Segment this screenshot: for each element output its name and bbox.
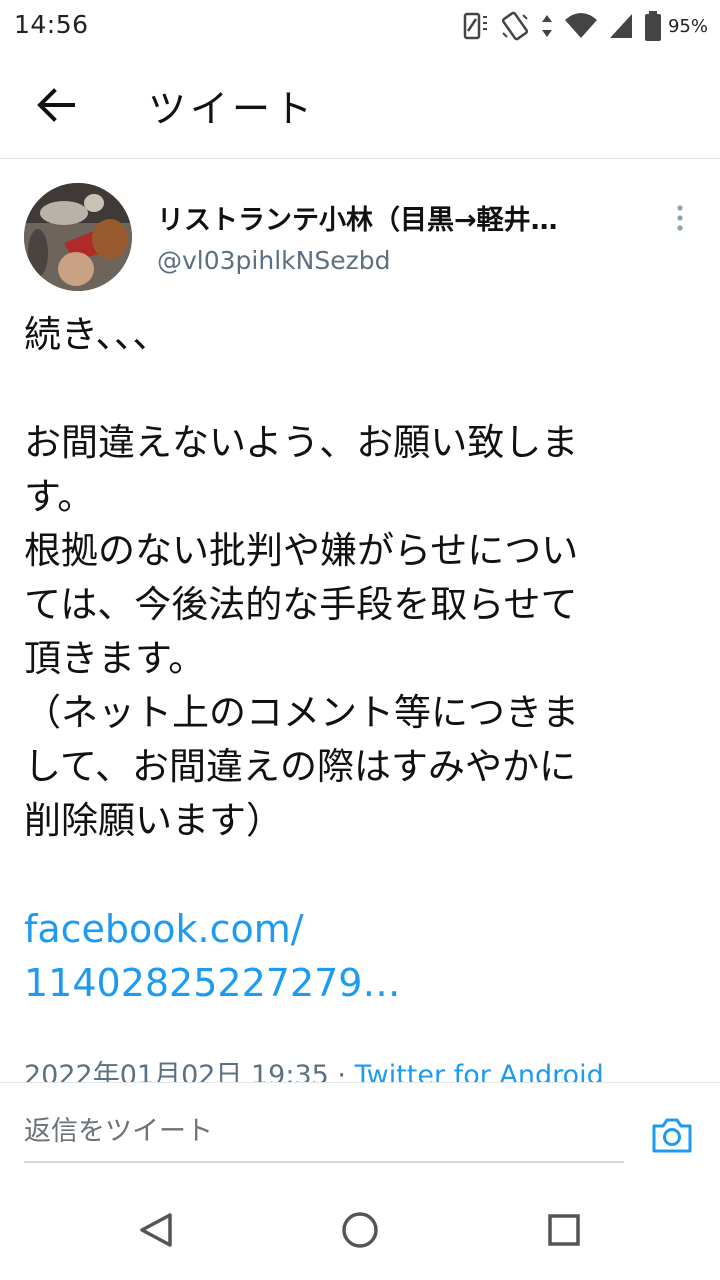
recents-square-icon	[548, 1214, 580, 1246]
back-triangle-icon	[140, 1213, 172, 1247]
data-arrows-icon	[541, 15, 552, 37]
reply-bar	[0, 1082, 720, 1175]
arrow-left-icon	[37, 88, 75, 122]
tweet-line: す。	[24, 475, 95, 518]
tweet-line: 頂きます。	[24, 637, 206, 680]
avatar-image	[24, 183, 132, 291]
app-bar: ツイート	[0, 52, 720, 159]
tweet-line	[24, 362, 704, 416]
author-name[interactable]: リストランテ小林（目黒→軽井…	[157, 198, 558, 237]
home-circle-icon	[342, 1212, 378, 1248]
tweet-line: 根拠のない批判や嫌がらせについ	[24, 529, 579, 572]
system-nav-bar	[0, 1176, 720, 1280]
battery-icon	[644, 11, 661, 41]
signal-icon	[609, 14, 632, 38]
tweet-meta: 2022年01月02日 19:35 · Twitter for Android	[24, 1053, 604, 1082]
tweet-line: 続き、、、	[24, 313, 170, 356]
status-icons: 95%	[460, 8, 708, 44]
tweet-line	[24, 848, 704, 902]
tweet-detail: リストランテ小林（目黒→軽井… @vl03pihlkNSezbd 続き、、、 お…	[0, 160, 720, 1082]
tweet-line: ては、今後法的な手段を取らせて	[24, 583, 578, 626]
nav-recents-button[interactable]	[542, 1208, 586, 1252]
battery-percent: 95%	[667, 15, 708, 37]
screen-rotate-icon	[463, 12, 487, 40]
status-time: 14:56	[14, 10, 89, 39]
tweet-line: して、お間違えの際はすみやかに	[24, 745, 577, 788]
meta-separator: ·	[337, 1060, 347, 1082]
author-handle[interactable]: @vl03pihlkNSezbd	[157, 246, 390, 275]
status-bar: 14:56 95%	[0, 0, 720, 52]
nav-back-button[interactable]	[134, 1208, 178, 1252]
wifi-icon	[564, 13, 597, 38]
tweet-link-line1: facebook.com/	[24, 907, 304, 951]
camera-icon[interactable]	[650, 1113, 694, 1157]
more-vertical-icon	[677, 205, 683, 231]
tweet-link[interactable]: facebook.com/ 11402825227279…	[24, 902, 704, 1010]
vibrate-icon	[501, 11, 529, 41]
tweet-line: お間違えないよう、お願い致しま	[24, 421, 579, 464]
tweet-timestamp[interactable]: 2022年01月02日 19:35	[24, 1060, 329, 1082]
back-button[interactable]	[30, 82, 82, 128]
page-title: ツイート	[148, 87, 317, 131]
avatar[interactable]	[24, 183, 132, 291]
tweet-line: （ネット上のコメント等につきま	[24, 691, 579, 734]
tweet-text: 続き、、、 お間違えないよう、お願い致しま す。 根拠のない批判や嫌がらせについ…	[24, 308, 704, 1010]
reply-input[interactable]	[24, 1101, 624, 1163]
nav-home-button[interactable]	[338, 1208, 382, 1252]
more-options-button[interactable]	[662, 200, 698, 236]
tweet-link-line2: 11402825227279…	[24, 961, 401, 1005]
tweet-line: 削除願います）	[24, 799, 283, 842]
tweet-source[interactable]: Twitter for Android	[355, 1060, 604, 1082]
